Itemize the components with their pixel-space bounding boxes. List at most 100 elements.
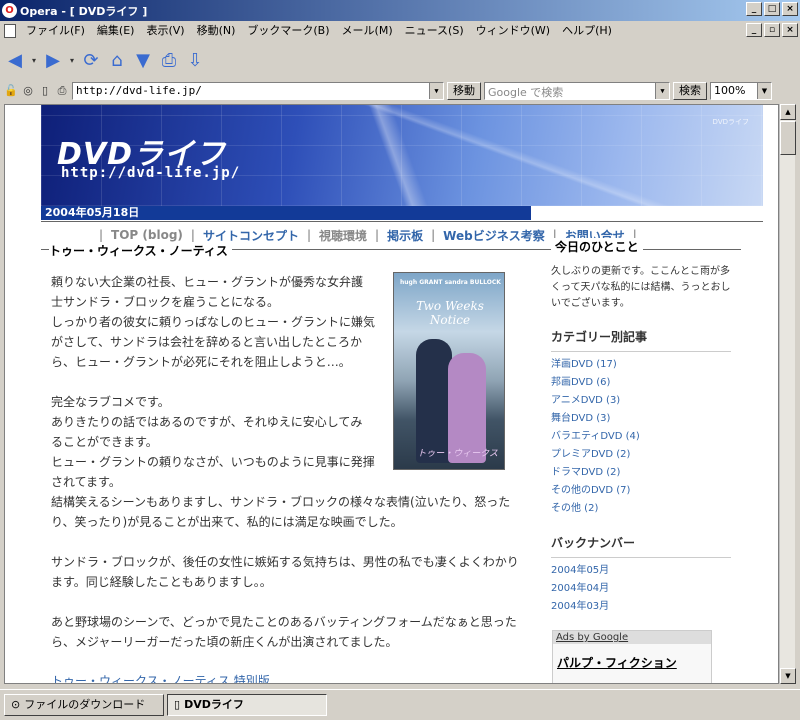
mdi-restore-button[interactable]: ▫ bbox=[764, 23, 780, 37]
close-button[interactable]: × bbox=[782, 2, 798, 16]
page-tab-dvdlife[interactable]: ▯ DVDライフ bbox=[167, 694, 327, 716]
para-line: 結構笑えるシーンもありますし、サンドラ・ブロックの様々な表情(泣いたり、怒った bbox=[51, 495, 511, 509]
menu-news[interactable]: ニュース(S) bbox=[399, 21, 470, 41]
url-input[interactable]: http://dvd-life.jp/ ▼ bbox=[72, 82, 444, 100]
window-taskbar: ⊙ ファイルのダウンロード ▯ DVDライフ bbox=[0, 689, 800, 720]
category-link[interactable]: 洋画DVD (17) bbox=[551, 356, 731, 374]
dvd-cover-image[interactable]: hugh GRANT sandra BULLOCK Two Weeks Noti… bbox=[393, 272, 505, 470]
menu-window[interactable]: ウィンドウ(W) bbox=[470, 21, 556, 41]
hotlist-icon[interactable]: ▼ bbox=[132, 49, 154, 71]
nav-bbs[interactable]: 掲示板 bbox=[387, 227, 423, 244]
page-icon[interactable]: ▯ bbox=[38, 84, 52, 98]
banner-tag: DVDライフ bbox=[712, 118, 749, 126]
poster-figure-man bbox=[416, 339, 452, 463]
vertical-scrollbar[interactable]: ▲ ▼ bbox=[779, 104, 796, 684]
category-link[interactable]: その他のDVD (7) bbox=[551, 482, 731, 500]
menu-navigate[interactable]: 移動(N) bbox=[191, 21, 242, 41]
poster-cast: hugh GRANT sandra BULLOCK bbox=[400, 279, 501, 286]
navigation-toolbar: ◀ ▾ ▶ ▾ ⟳ ⌂ ▼ ⎙ ⇩ bbox=[0, 42, 800, 78]
sidebar-today-title: 今日のひとこと bbox=[551, 238, 643, 255]
backnumber-link[interactable]: 2004年04月 bbox=[551, 580, 731, 598]
para-line: あと野球場のシーンで、どっかで見たことのあるバッティングフォームだなぁと思った bbox=[51, 615, 517, 629]
opera-logo-icon: O bbox=[2, 3, 17, 18]
url-dropdown-icon[interactable]: ▼ bbox=[429, 83, 443, 99]
category-link[interactable]: 邦画DVD (6) bbox=[551, 374, 731, 392]
category-link[interactable]: 舞台DVD (3) bbox=[551, 410, 731, 428]
menu-help[interactable]: ヘルプ(H) bbox=[556, 21, 618, 41]
printer-small-icon[interactable]: ⎙ bbox=[55, 84, 69, 98]
ad-link[interactable]: パルプ・フィクション bbox=[557, 654, 711, 671]
window-title: Opera - [ DVDライフ ] bbox=[20, 4, 148, 18]
menu-edit[interactable]: 編集(E) bbox=[91, 21, 141, 41]
menu-bookmarks[interactable]: ブックマーク(B) bbox=[241, 21, 335, 41]
page-tab-icon: ▯ bbox=[174, 698, 181, 711]
zoom-value: 100% bbox=[714, 84, 746, 97]
category-link[interactable]: ドラマDVD (2) bbox=[551, 464, 731, 482]
menu-file[interactable]: ファイル(F) bbox=[20, 21, 91, 41]
search-input[interactable]: Google で検索 ▼ bbox=[484, 82, 670, 100]
downloads-tab[interactable]: ⊙ ファイルのダウンロード bbox=[4, 694, 164, 716]
para-line: サンドラ・ブロックが、後任の女性に嫉妬する気持ちは、男性の私でも凄くよくわかり bbox=[51, 555, 519, 569]
go-button[interactable]: 移動 bbox=[447, 82, 481, 100]
maximize-button[interactable]: □ bbox=[764, 2, 780, 16]
url-text: http://dvd-life.jp/ bbox=[76, 84, 202, 97]
mdi-minimize-button[interactable]: _ bbox=[746, 23, 762, 37]
scroll-up-icon[interactable]: ▲ bbox=[780, 104, 796, 120]
special-edition-link[interactable]: トゥー・ウィークス・ノーティス 特別版 bbox=[51, 672, 270, 683]
menu-mail[interactable]: メール(M) bbox=[336, 21, 399, 41]
nav-separator: | bbox=[99, 228, 104, 242]
category-link[interactable]: バラエティDVD (4) bbox=[551, 428, 731, 446]
reload-icon[interactable]: ⟳ bbox=[80, 49, 102, 71]
nav-site-concept[interactable]: サイトコンセプト bbox=[203, 227, 299, 244]
print-icon[interactable]: ⎙ bbox=[158, 49, 180, 71]
wand-icon[interactable]: ◎ bbox=[21, 84, 35, 98]
date-bar: 2004年05月18日 bbox=[41, 206, 531, 220]
backnumber-link[interactable]: 2004年03月 bbox=[551, 598, 731, 616]
back-arrow-icon[interactable]: ◀ bbox=[4, 49, 26, 71]
nav-separator: | bbox=[190, 228, 195, 242]
security-lock-icon[interactable]: 🔓 bbox=[4, 84, 18, 98]
backnumber-title: バックナンバー bbox=[551, 534, 731, 558]
scroll-down-icon[interactable]: ▼ bbox=[780, 668, 796, 684]
nav-separator: | bbox=[375, 228, 380, 242]
today-text: 久しぶりの更新です。ここんとこ雨が多くって天パな私的には結構、うっとおしいでござ… bbox=[551, 266, 731, 309]
window-titlebar: O Opera - [ DVDライフ ] _ □ × bbox=[0, 0, 800, 21]
search-button[interactable]: 検索 bbox=[673, 82, 707, 100]
search-dropdown-icon[interactable]: ▼ bbox=[655, 83, 669, 99]
home-icon[interactable]: ⌂ bbox=[106, 49, 128, 71]
top-divider bbox=[41, 221, 763, 222]
mdi-close-button[interactable]: × bbox=[782, 23, 798, 37]
para-line: り、笑ったり)が見ることが出来て、私的には満足な映画でした。 bbox=[51, 515, 403, 529]
para-line: されてます。 bbox=[51, 475, 121, 489]
menu-bar: ファイル(F) 編集(E) 表示(V) 移動(N) ブックマーク(B) メール(… bbox=[0, 21, 800, 41]
category-link[interactable]: その他 (2) bbox=[551, 500, 731, 518]
zoom-select[interactable]: 100% ▼ bbox=[710, 82, 772, 100]
zoom-dropdown-icon[interactable]: ▼ bbox=[757, 83, 771, 99]
downloads-label: ファイルのダウンロード bbox=[24, 698, 146, 711]
scroll-thumb[interactable] bbox=[780, 121, 796, 155]
nav-separator: | bbox=[431, 228, 436, 242]
page-viewport[interactable]: DVDライフ http://dvd-life.jp/ DVDライフ 2004年0… bbox=[4, 104, 779, 684]
nav-viewing-environment[interactable]: 視聴環境 bbox=[319, 227, 367, 244]
para-line: ます。同じ経験したこともありますし。。 bbox=[51, 575, 272, 589]
site-url: http://dvd-life.jp/ bbox=[61, 165, 241, 181]
back-history-dropdown-icon[interactable]: ▾ bbox=[30, 49, 38, 71]
poster-jp-title: トゥー・ウィークス bbox=[417, 449, 498, 459]
para-line: ら、メジャーリーガーだった頃の新庄くんが出演されてました。 bbox=[51, 635, 398, 649]
menu-view[interactable]: 表示(V) bbox=[140, 21, 190, 41]
nav-web-business[interactable]: Webビジネス考察 bbox=[443, 227, 545, 244]
nav-top-blog[interactable]: TOP (blog) bbox=[111, 228, 183, 242]
ads-by-google-link[interactable]: Ads by Google bbox=[553, 631, 711, 644]
nav-separator: | bbox=[306, 228, 312, 242]
forward-arrow-icon[interactable]: ▶ bbox=[42, 49, 64, 71]
minimize-button[interactable]: _ bbox=[746, 2, 762, 16]
transfers-icon[interactable]: ⇩ bbox=[184, 49, 206, 71]
category-link[interactable]: プレミアDVD (2) bbox=[551, 446, 731, 464]
site-banner: DVDライフ http://dvd-life.jp/ DVDライフ bbox=[41, 105, 763, 206]
address-bar: 🔓 ◎ ▯ ⎙ http://dvd-life.jp/ ▼ 移動 Google … bbox=[0, 80, 800, 102]
forward-history-dropdown-icon[interactable]: ▾ bbox=[68, 49, 76, 71]
backnumber-link[interactable]: 2004年05月 bbox=[551, 562, 731, 580]
page-tab-label: DVDライフ bbox=[184, 698, 244, 711]
category-link[interactable]: アニメDVD (3) bbox=[551, 392, 731, 410]
categories-title: カテゴリー別記事 bbox=[551, 328, 731, 352]
